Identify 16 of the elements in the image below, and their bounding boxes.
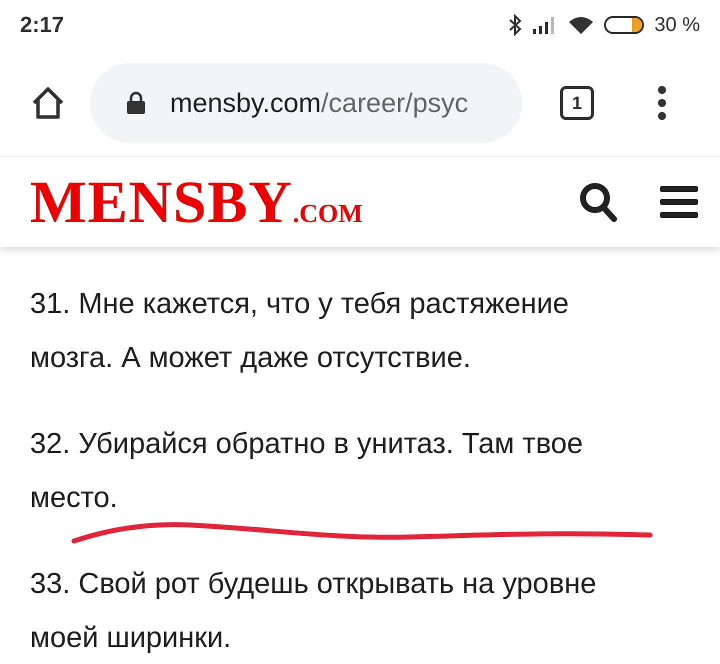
menu-icon[interactable] bbox=[656, 85, 668, 121]
status-time: 2:17 bbox=[20, 12, 64, 38]
list-item-text: 33. Свой рот будешь открывать на уровне моей ширинки. bbox=[30, 567, 598, 656]
battery-percent: 30 % bbox=[654, 14, 700, 36]
list-item-text: 32. Убирайся обратно в унитаз. Там твое место. bbox=[30, 427, 584, 516]
hamburger-menu-icon[interactable] bbox=[660, 186, 698, 218]
lock-icon bbox=[126, 91, 146, 115]
bluetooth-icon bbox=[508, 14, 522, 36]
list-item-text: 31. Мне кажется, что у тебя растяжение мозга. А может даже отсутствие. bbox=[30, 287, 570, 376]
site-logo[interactable]: MENSBY.COM bbox=[30, 168, 363, 236]
battery-icon bbox=[604, 16, 644, 34]
search-icon[interactable] bbox=[578, 181, 618, 223]
home-icon[interactable] bbox=[30, 85, 66, 121]
url-field[interactable]: mensby.com/career/psyc bbox=[90, 63, 522, 143]
tab-count-button[interactable]: 1 bbox=[560, 86, 594, 120]
wifi-icon bbox=[568, 15, 594, 35]
